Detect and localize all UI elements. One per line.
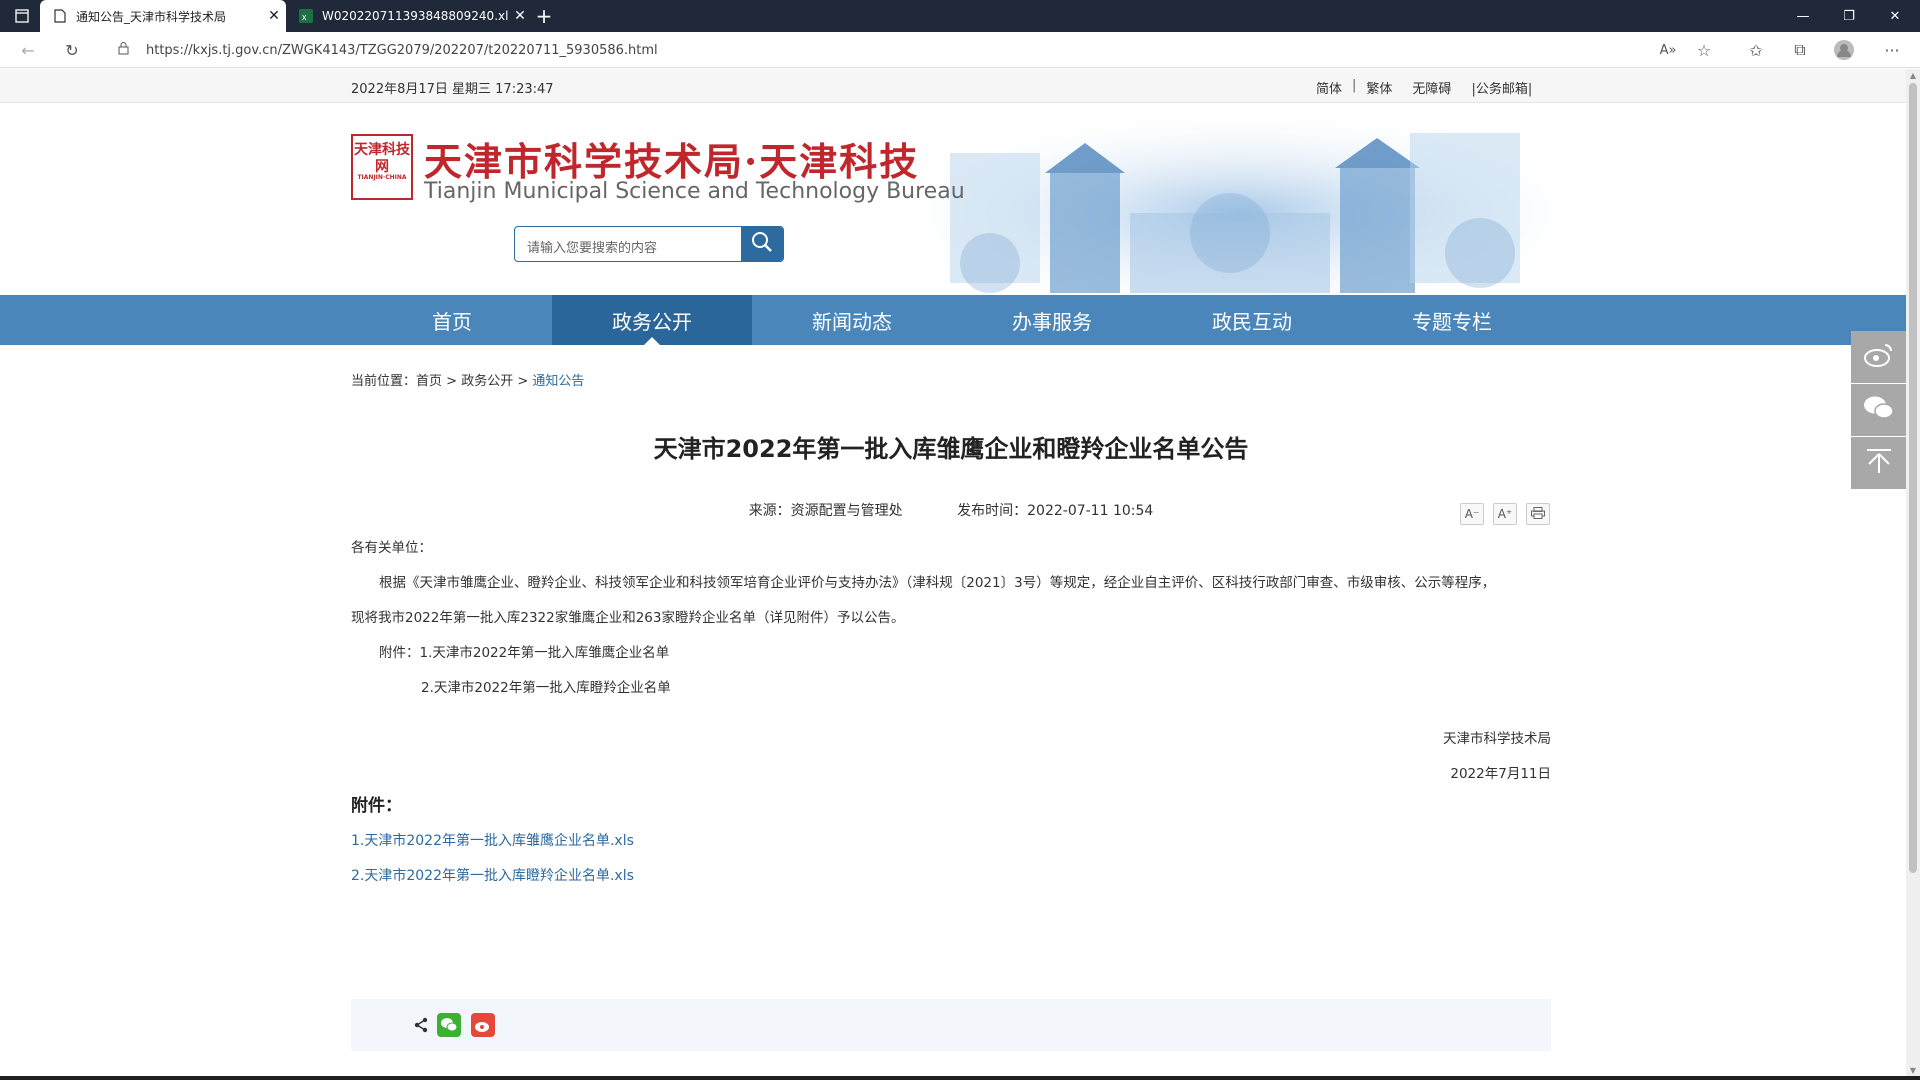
article-date: 发布时间：2022-07-11 10:54 [957, 503, 1154, 519]
article-tools: A⁻ A⁺ [1460, 503, 1550, 525]
attachments-heading: 附件： [351, 796, 402, 816]
article-paragraph: 现将我市2022年第一批入库2322家雏鹰企业和263家瞪羚企业名单（详见附件）… [351, 610, 905, 626]
campus-illustration [930, 113, 1550, 295]
site-header: 天津科技网 TIANJIN·CHINA 天津市科学技术局·天津科技 Tianji… [0, 103, 1906, 295]
vertical-scrollbar[interactable]: ▲ ▼ [1906, 69, 1920, 1080]
page-icon [52, 8, 68, 24]
article-signature: 天津市科学技术局 2022年7月11日 [351, 722, 1551, 792]
breadcrumb-sep: > [513, 374, 533, 389]
tab-xls[interactable]: x W020220711393848809240.xls ✕ [286, 0, 532, 32]
search-icon [751, 231, 773, 257]
breadcrumb-home[interactable]: 首页 [416, 374, 442, 389]
collections-icon[interactable]: ⧉ [1786, 36, 1814, 64]
article-attachment-line: 2.天津市2022年第一批入库瞪羚企业名单 [421, 680, 671, 696]
article-greeting: 各有关单位： [351, 540, 432, 556]
main-nav: 首页 政务公开 新闻动态 办事服务 政民互动 专题专栏 [0, 295, 1906, 345]
tab-title: 通知公告_天津市科学技术局 [76, 9, 227, 24]
profile-avatar[interactable] [1830, 36, 1858, 64]
seal-text: 天津科技网 [354, 142, 410, 175]
attachment-link[interactable]: 1.天津市2022年第一批入库雏鹰企业名单.xls [351, 824, 634, 859]
site-title-cn[interactable]: 天津市科学技术局·天津科技 [424, 131, 919, 186]
weibo-share-icon[interactable] [471, 1013, 495, 1037]
favorites-icon[interactable]: ✩ [1742, 36, 1770, 64]
article-title: 天津市2022年第一批入库雏鹰企业和瞪羚企业名单公告 [653, 435, 1249, 463]
nav-gov-affairs[interactable]: 政务公开 [552, 295, 752, 345]
breadcrumb-prefix: 当前位置： [351, 374, 417, 389]
font-increase-button[interactable]: A⁺ [1493, 503, 1517, 525]
browser-tabstrip: 通知公告_天津市科学技术局 ✕ x W020220711393848809240… [0, 0, 1920, 32]
nav-services[interactable]: 办事服务 [952, 295, 1152, 345]
share-bar [351, 999, 1551, 1051]
web-page: 2022年8月17日 星期三 17:23:47 简体 | 繁体 无障碍 |公务邮… [0, 69, 1906, 1080]
refresh-icon[interactable]: ↻ [58, 36, 86, 64]
breadcrumb-sep: > [442, 374, 462, 389]
minimize-icon[interactable]: — [1780, 0, 1826, 32]
current-datetime: 2022年8月17日 星期三 17:23:47 [351, 82, 554, 97]
weibo-icon [1863, 342, 1894, 372]
lock-icon [118, 41, 138, 59]
arrow-up-icon [1865, 448, 1893, 478]
scroll-down-icon[interactable]: ▼ [1909, 1067, 1917, 1075]
site-logo-seal: 天津科技网 TIANJIN·CHINA [351, 134, 413, 200]
read-aloud-icon[interactable]: A» [1654, 36, 1682, 64]
address-bar[interactable]: https://kxjs.tj.gov.cn/ZWGK4143/TZGG2079… [110, 35, 1720, 65]
tab-actions-icon[interactable] [8, 2, 36, 30]
back-icon[interactable]: ← [14, 36, 42, 64]
taskbar-edge [0, 1076, 1920, 1080]
scroll-up-icon[interactable]: ▲ [1909, 72, 1917, 80]
article-meta: 来源：资源配置与管理处 发布时间：2022-07-11 10:54 [351, 500, 1551, 520]
attachment-link[interactable]: 2.天津市2022年第一批入库瞪羚企业名单.xls [351, 859, 634, 894]
breadcrumb-gov[interactable]: 政务公开 [461, 374, 513, 389]
nav-special[interactable]: 专题专栏 [1352, 295, 1552, 345]
utility-bar: 2022年8月17日 星期三 17:23:47 简体 | 繁体 无障碍 |公务邮… [0, 69, 1906, 103]
site-title-en: Tianjin Municipal Science and Technology… [424, 179, 965, 204]
weibo-float-button[interactable] [1851, 331, 1906, 383]
wechat-float-button[interactable] [1851, 384, 1906, 436]
scrollbar-thumb[interactable] [1909, 83, 1917, 873]
accessibility-link[interactable]: 无障碍 [1402, 78, 1461, 97]
more-icon[interactable]: ··· [1878, 36, 1906, 64]
svg-text:x: x [302, 12, 307, 22]
print-icon [1531, 506, 1545, 522]
breadcrumb: 当前位置：首页 > 政务公开 > 通知公告 [351, 370, 584, 389]
signature-org: 天津市科学技术局 [1443, 731, 1551, 747]
url-text: https://kxjs.tj.gov.cn/ZWGK4143/TZGG2079… [146, 42, 658, 58]
breadcrumb-current[interactable]: 通知公告 [532, 374, 584, 389]
tab-notice[interactable]: 通知公告_天津市科学技术局 ✕ [40, 0, 286, 32]
browser-toolbar: ← ↻ https://kxjs.tj.gov.cn/ZWGK4143/TZGG… [0, 32, 1920, 68]
share-icon[interactable] [409, 1013, 433, 1037]
print-button[interactable] [1526, 503, 1550, 525]
floating-sidebar [1851, 331, 1906, 490]
attachments-list: 1.天津市2022年第一批入库雏鹰企业名单.xls 2.天津市2022年第一批入… [351, 824, 634, 894]
restore-icon[interactable]: ❐ [1826, 0, 1872, 32]
wechat-share-icon[interactable] [437, 1013, 461, 1037]
close-icon[interactable]: ✕ [508, 8, 532, 24]
article-attachment-line: 附件：1.天津市2022年第一批入库雏鹰企业名单 [379, 645, 670, 661]
nav-interaction[interactable]: 政民互动 [1152, 295, 1352, 345]
search-button[interactable] [741, 227, 783, 261]
new-tab-icon[interactable]: + [532, 0, 556, 32]
excel-icon: x [298, 8, 314, 24]
close-icon[interactable]: ✕ [262, 8, 286, 24]
tab-title: W020220711393848809240.xls [322, 9, 508, 23]
mail-link[interactable]: |公务邮箱| [1461, 78, 1542, 97]
favorite-add-icon[interactable]: ☆ [1690, 36, 1718, 64]
wechat-icon [1863, 395, 1895, 425]
simplified-link[interactable]: 简体 [1306, 78, 1352, 97]
back-to-top-button[interactable] [1851, 437, 1906, 489]
nav-news[interactable]: 新闻动态 [752, 295, 952, 345]
font-decrease-button[interactable]: A⁻ [1460, 503, 1484, 525]
article-source: 来源：资源配置与管理处 [748, 503, 903, 519]
article-body: 各有关单位： 根据《天津市雏鹰企业、瞪羚企业、科技领军企业和科技领军培育企业评价… [351, 531, 1551, 706]
nav-home[interactable]: 首页 [352, 295, 552, 345]
search-input[interactable]: 请输入您要搜索的内容 [515, 227, 741, 261]
signature-date: 2022年7月11日 [1450, 766, 1551, 782]
seal-subtext: TIANJIN·CHINA [357, 174, 407, 181]
article-paragraph: 根据《天津市雏鹰企业、瞪羚企业、科技领军企业和科技领军培育企业评价与支持办法》（… [379, 575, 1496, 591]
traditional-link[interactable]: 繁体 [1356, 78, 1402, 97]
window-close-icon[interactable]: ✕ [1872, 0, 1918, 32]
search-box: 请输入您要搜索的内容 [514, 226, 784, 262]
